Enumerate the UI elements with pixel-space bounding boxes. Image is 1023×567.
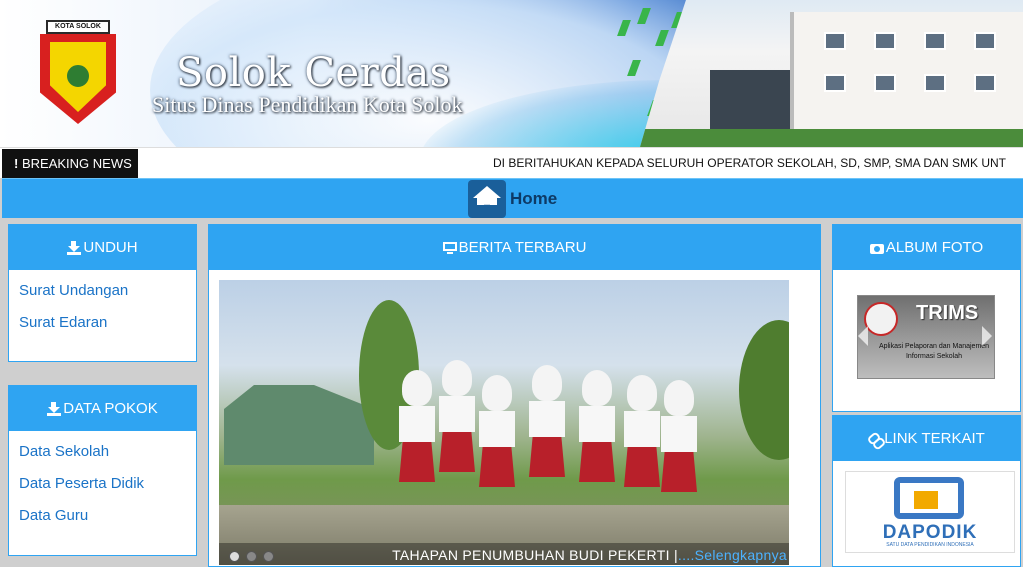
slider-dots xyxy=(229,551,274,562)
album-image-subtitle: Aplikasi Pelaporan dan Manajemen Informa… xyxy=(878,343,990,360)
unduh-header: UNDUH xyxy=(9,225,196,270)
album-foto-panel: ALBUM FOTO TRIMS Aplikasi Pelaporan dan … xyxy=(832,224,1021,412)
slide-photo-children xyxy=(399,330,699,530)
breaking-news-bar: ! BREAKING NEWS DI BERITAHUKAN KEPADA SE… xyxy=(0,147,1023,178)
berita-terbaru-title: BERITA TERBARU xyxy=(458,239,587,256)
site-title: Solok Cerdas xyxy=(176,50,451,96)
site-subtitle: Situs Dinas Pendidikan Kota Solok xyxy=(152,92,463,117)
link-terkait-header: LINK TERKAIT xyxy=(833,416,1020,461)
link-data-peserta-didik[interactable]: Data Peserta Didik xyxy=(9,468,196,500)
camera-icon xyxy=(869,241,884,255)
site-header: KOTA SOLOK Solok Cerdas Situs Dinas Pend… xyxy=(0,0,1023,147)
dapodik-logo-icon xyxy=(894,477,964,519)
data-pokok-title: DATA POKOK xyxy=(63,400,158,417)
main-nav: Home xyxy=(2,178,1023,218)
data-pokok-header: DATA POKOK xyxy=(9,386,196,431)
monitor-icon xyxy=(442,241,457,255)
berita-terbaru-header: BERITA TERBARU xyxy=(209,225,820,270)
download-icon xyxy=(67,240,82,255)
nav-home-label[interactable]: Home xyxy=(510,189,557,209)
slider-dot-1[interactable] xyxy=(229,551,240,562)
dapodik-tagline: SATU DATA PENDIDIKAN INDONESIA xyxy=(886,542,974,548)
link-data-guru[interactable]: Data Guru xyxy=(9,500,196,532)
link-surat-undangan[interactable]: Surat Undangan xyxy=(9,275,196,307)
slider-dot-3[interactable] xyxy=(263,551,274,562)
link-icon xyxy=(868,432,882,446)
download-icon xyxy=(47,401,62,416)
slide-caption: TAHAPAN PENUMBUHAN BUDI PEKERTI |....Sel… xyxy=(392,547,787,563)
album-image-title: TRIMS xyxy=(916,302,979,324)
slide-caption-title: TAHAPAN PENUMBUHAN BUDI PEKERTI | xyxy=(392,547,678,563)
news-slider[interactable]: TAHAPAN PENUMBUHAN BUDI PEKERTI |....Sel… xyxy=(219,280,789,565)
chevron-right-icon[interactable] xyxy=(982,326,992,346)
link-surat-edaran[interactable]: Surat Edaran xyxy=(9,307,196,339)
header-building-photo xyxy=(640,0,1023,147)
link-terkait-title: LINK TERKAIT xyxy=(884,430,985,447)
trims-mascot-icon xyxy=(864,302,898,336)
slide-house xyxy=(224,385,374,465)
unduh-title: UNDUH xyxy=(83,239,138,256)
album-foto-title: ALBUM FOTO xyxy=(885,239,984,256)
nav-home[interactable]: Home xyxy=(468,179,557,219)
unduh-panel: UNDUH Surat Undangan Surat Edaran xyxy=(8,224,197,362)
home-icon[interactable] xyxy=(468,180,506,218)
breaking-news-ticker[interactable]: DI BERITAHUKAN KEPADA SELURUH OPERATOR S… xyxy=(493,148,1023,179)
breaking-news-label: ! BREAKING NEWS xyxy=(2,149,138,178)
read-more-link[interactable]: ....Selengkapnya xyxy=(678,547,787,563)
album-image-trims[interactable]: TRIMS Aplikasi Pelaporan dan Manajemen I… xyxy=(857,295,995,379)
chevron-left-icon[interactable] xyxy=(858,326,868,346)
exclamation-icon: ! xyxy=(14,156,19,171)
dapodik-wordmark: DAPODIK xyxy=(882,522,978,543)
data-pokok-panel: DATA POKOK Data Sekolah Data Peserta Did… xyxy=(8,385,197,556)
link-data-sekolah[interactable]: Data Sekolah xyxy=(9,436,196,468)
city-logo: KOTA SOLOK xyxy=(36,18,120,126)
berita-terbaru-panel: BERITA TERBARU TAHAPAN PENUMBUHAN BUDI P… xyxy=(208,224,821,567)
album-foto-header: ALBUM FOTO xyxy=(833,225,1020,270)
dapodik-banner[interactable]: DAPODIK SATU DATA PENDIDIKAN INDONESIA xyxy=(845,471,1015,553)
slider-dot-2[interactable] xyxy=(246,551,257,562)
logo-ribbon: KOTA SOLOK xyxy=(46,20,110,34)
link-terkait-panel: LINK TERKAIT DAPODIK SATU DATA PENDIDIKA… xyxy=(832,415,1021,567)
